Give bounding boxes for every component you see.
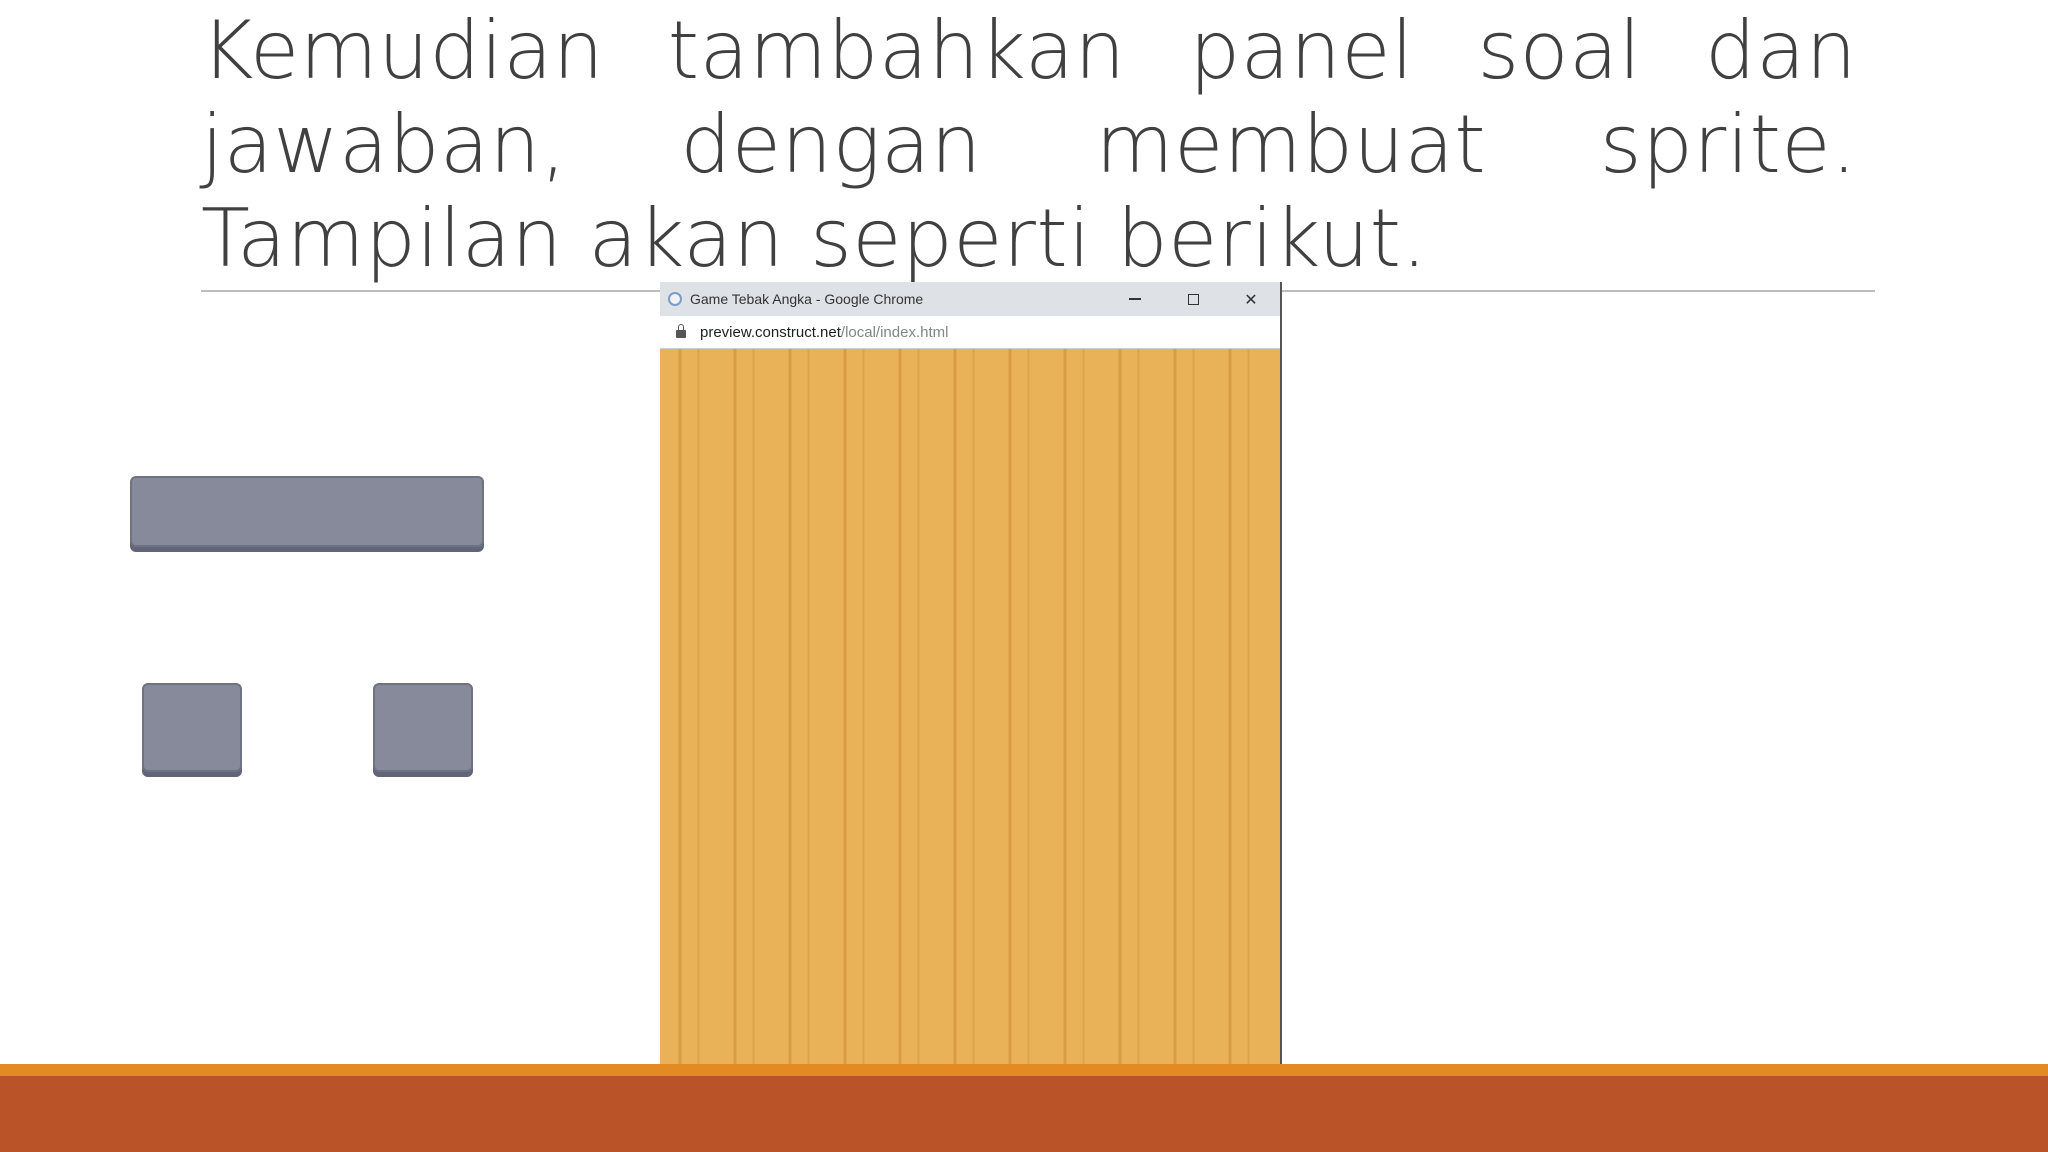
window-title: Game Tebak Angka - Google Chrome: [690, 291, 924, 307]
minimize-icon: [1129, 298, 1141, 300]
maximize-icon: [1187, 293, 1199, 305]
slide-body-text: Kemudian tambahkan panel soal dan jawaba…: [201, 4, 1857, 285]
question-panel-sprite: [130, 476, 484, 547]
slide: Kemudian tambahkan panel soal dan jawaba…: [0, 0, 2048, 1152]
browser-titlebar[interactable]: Game Tebak Angka - Google Chrome ✕: [660, 282, 1280, 316]
url-path: /local/index.html: [840, 323, 949, 341]
footer-bar: [0, 1076, 2048, 1152]
browser-window: Game Tebak Angka - Google Chrome ✕ previ…: [660, 282, 1282, 1071]
url-text[interactable]: preview.construct.net/local/index.html: [700, 324, 948, 341]
close-icon: ✕: [1244, 289, 1258, 309]
footer-accent-stripe: [0, 1064, 2048, 1076]
minimize-button[interactable]: [1106, 282, 1164, 316]
address-bar[interactable]: preview.construct.net/local/index.html: [660, 316, 1280, 349]
answer-panel-left-sprite[interactable]: [142, 683, 242, 772]
close-button[interactable]: ✕: [1222, 282, 1280, 316]
maximize-button[interactable]: [1164, 282, 1222, 316]
lock-icon: [676, 324, 686, 338]
chrome-icon: [668, 292, 682, 306]
answer-panel-right-sprite[interactable]: [373, 683, 473, 772]
url-host: preview.construct.net: [700, 323, 841, 341]
game-canvas[interactable]: [660, 349, 1280, 1068]
